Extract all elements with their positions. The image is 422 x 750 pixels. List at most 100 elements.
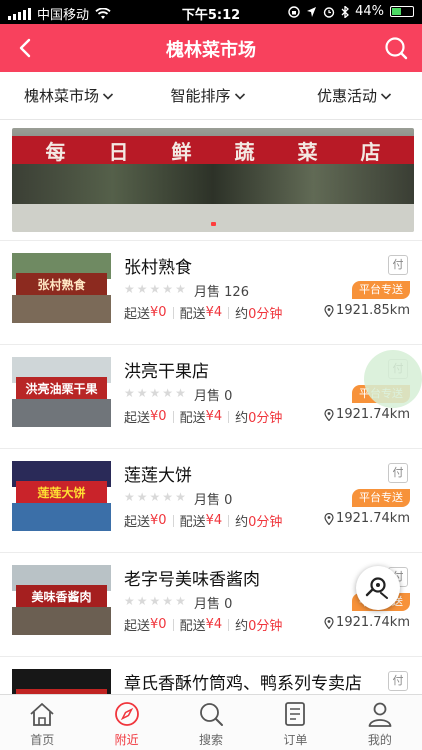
divider xyxy=(228,306,230,319)
thumb-shop-sign: 张村熟食 xyxy=(16,273,107,295)
pay-badge: 付 xyxy=(388,463,408,483)
delivery-fee-label: 配送 xyxy=(179,619,206,634)
banner-sign-char: 店 xyxy=(360,139,381,164)
store-list: 张村熟食 张村熟食付 ★ ★ ★ ★ ★ 月售 126 平台专送 起送 ¥0 配送 ¥4 约 0分钟 1921… xyxy=(0,241,422,750)
delivery-time: 0分钟 xyxy=(248,411,283,426)
star-icon: ★ xyxy=(149,282,161,296)
monthly-sales: 月售 126 xyxy=(194,281,249,300)
divider xyxy=(228,618,230,631)
tab-orders[interactable]: 订单 xyxy=(253,695,337,750)
chevron-down-icon xyxy=(102,92,114,100)
star-icon: ★ xyxy=(124,282,135,296)
star-icon: ★ xyxy=(136,594,148,608)
store-name: 洪亮干果店 xyxy=(124,362,209,382)
store-thumbnail: 洪亮油栗干果 xyxy=(12,357,111,427)
store-name: 张村熟食 xyxy=(124,258,192,278)
status-right: 44% xyxy=(288,4,414,19)
store-name: 莲莲大饼 xyxy=(124,466,192,486)
delivery-fee: ¥4 xyxy=(205,617,223,632)
star-icon: ★ xyxy=(124,490,135,504)
order-icon xyxy=(285,702,306,726)
star-icon: ★ xyxy=(162,386,174,400)
monthly-sales: 月售 0 xyxy=(194,593,232,612)
home-icon xyxy=(30,703,54,726)
monthly-sales: 月售 0 xyxy=(194,489,232,508)
tab-label: 我的 xyxy=(367,733,392,747)
thumb-storefront xyxy=(12,607,111,635)
min-order-price: ¥0 xyxy=(150,409,167,424)
filter-promotions[interactable]: 优惠活动 xyxy=(269,72,422,119)
banner-ground xyxy=(12,204,414,232)
banner-sign-char: 菜 xyxy=(297,139,318,164)
tab-label: 附近 xyxy=(114,733,139,747)
distance: 1921.74km xyxy=(324,511,410,526)
banner-page-indicator xyxy=(12,222,414,226)
star-icon: ★ xyxy=(136,282,148,296)
distance-value: 1921.74km xyxy=(336,511,410,526)
min-order-label: 起送 xyxy=(124,411,151,426)
thumb-shop-sign: 美味香酱肉 xyxy=(16,585,107,607)
star-icon: ★ xyxy=(175,386,186,400)
sales-count: 0 xyxy=(224,597,233,612)
banner-shop-sign: 每日鲜蔬菜店 xyxy=(12,136,414,164)
location-pin-icon xyxy=(324,408,334,421)
distance: 1921.85km xyxy=(324,303,410,318)
distance: 1921.74km xyxy=(324,615,410,630)
star-icon: ★ xyxy=(162,490,174,504)
tab-label: 订单 xyxy=(283,733,308,747)
star-icon: ★ xyxy=(124,386,135,400)
banner-dot-active xyxy=(210,222,216,226)
star-icon: ★ xyxy=(162,594,174,608)
delivery-info: 起送 ¥0 配送 ¥4 约 0分钟 xyxy=(124,303,282,322)
star-icon: ★ xyxy=(124,594,135,608)
thumb-shop-sign: 莲莲大饼 xyxy=(16,481,107,503)
search-icon xyxy=(200,703,224,726)
thumb-storefront xyxy=(12,295,111,323)
location-pin-icon xyxy=(324,512,334,525)
store-name: 章氏香酥竹筒鸡、鸭系列专卖店 xyxy=(124,674,362,694)
store-list-item[interactable]: 张村熟食 张村熟食付 ★ ★ ★ ★ ★ 月售 126 平台专送 起送 ¥0 配送 ¥4 约 0分钟 1921… xyxy=(0,241,422,345)
store-thumbnail: 莲莲大饼 xyxy=(12,461,111,531)
delivery-fee: ¥4 xyxy=(205,305,223,320)
platform-delivery-tag: 平台专送 xyxy=(352,281,410,299)
star-icon: ★ xyxy=(175,490,186,504)
min-order-price: ¥0 xyxy=(150,305,167,320)
tab-nearby[interactable]: 附近 xyxy=(84,695,168,750)
delivery-info: 起送 ¥0 配送 ¥4 约 0分钟 xyxy=(124,511,282,530)
filter-market[interactable]: 槐林菜市场 xyxy=(0,72,147,119)
platform-delivery-tag: 平台专送 xyxy=(352,489,410,507)
search-icon[interactable] xyxy=(382,34,410,62)
location-pin-icon xyxy=(324,616,334,629)
divider xyxy=(172,410,174,423)
store-list-item[interactable]: 莲莲大饼 莲莲大饼付 ★ ★ ★ ★ ★ 月售 0 平台专送 起送 ¥0 配送 ¥4 约 0分钟 1921.7… xyxy=(0,449,422,553)
floating-search-button[interactable] xyxy=(356,566,400,610)
store-thumbnail: 美味香酱肉 xyxy=(12,565,111,635)
filter-sort[interactable]: 智能排序 xyxy=(147,72,270,119)
distance-value: 1921.74km xyxy=(336,407,410,422)
sales-label: 月售 xyxy=(194,493,221,508)
tab-search[interactable]: 搜索 xyxy=(169,695,253,750)
delivery-fee-label: 配送 xyxy=(179,515,206,530)
delivery-fee-label: 配送 xyxy=(179,411,206,426)
store-list-item[interactable]: 洪亮油栗干果洪亮干果店付★★★★★月售 0平台专送起送¥0配送¥4约0分钟192… xyxy=(0,345,422,449)
sales-label: 月售 xyxy=(194,597,221,612)
star-icon: ★ xyxy=(149,386,161,400)
touch-highlight xyxy=(364,350,422,408)
monthly-sales: 月售 0 xyxy=(194,385,232,404)
banner-sign-char: 每 xyxy=(45,139,66,164)
magnifier-icon xyxy=(365,577,388,599)
alarm-icon xyxy=(323,6,335,18)
filter-label: 优惠活动 xyxy=(317,87,378,105)
min-order-price: ¥0 xyxy=(150,617,167,632)
banner-storefront xyxy=(12,164,414,204)
thumb-storefront xyxy=(12,399,111,427)
thumb-storefront xyxy=(12,503,111,531)
delivery-info: 起送 ¥0 配送 ¥4 约 0分钟 xyxy=(124,615,282,634)
tab-profile[interactable]: 我的 xyxy=(338,695,422,750)
star-icon: ★ xyxy=(136,386,148,400)
promo-banner[interactable]: 每日鲜蔬菜店 xyxy=(12,128,414,232)
min-order-price: ¥0 xyxy=(150,513,167,528)
tab-home[interactable]: 首页 xyxy=(0,695,84,750)
min-order-label: 起送 xyxy=(124,307,151,322)
star-icon: ★ xyxy=(149,490,161,504)
